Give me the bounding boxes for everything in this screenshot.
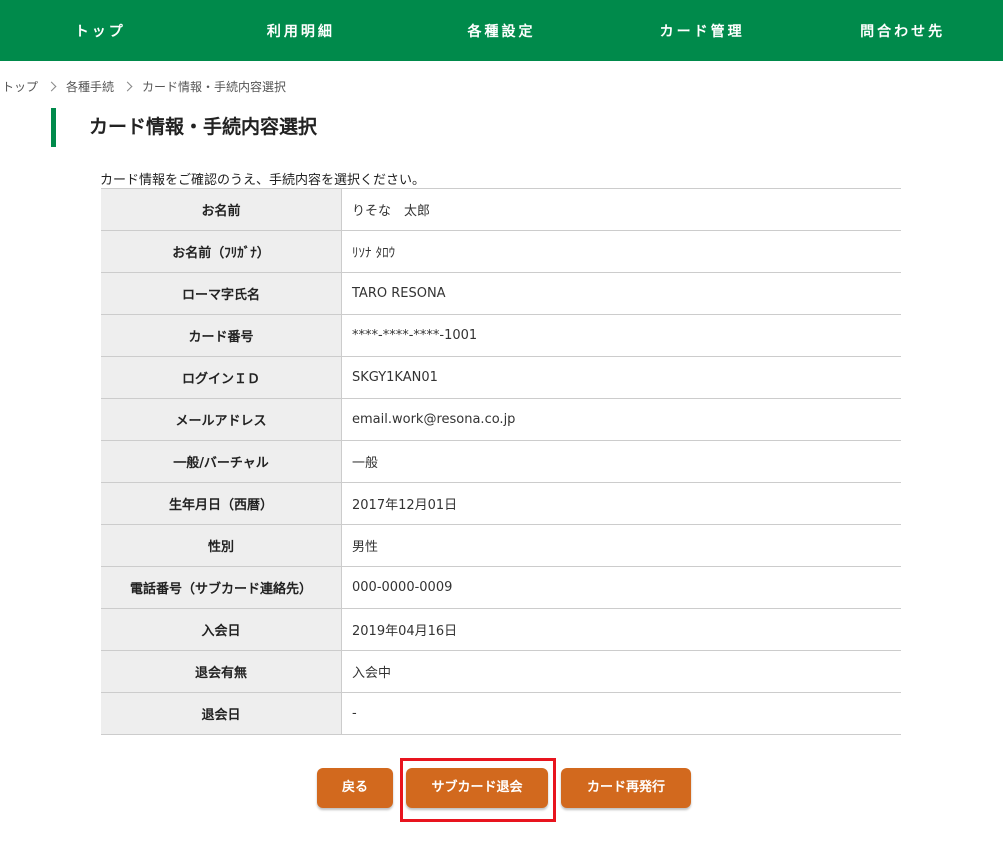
table-row: ログインＩＤ SKGY1KAN01 <box>101 356 901 399</box>
top-nav-bar: トップ 利用明細 各種設定 カード管理 問合わせ先 <box>0 0 1003 61</box>
row-label-card-type: 一般/バーチャル <box>101 440 342 483</box>
intro-text: カード情報をご確認のうえ、手続内容を選択ください。 <box>100 173 426 188</box>
row-value-name-kana: ﾘｿﾅ ﾀﾛｳ <box>341 230 901 273</box>
row-value-birthdate: 2017年12月01日 <box>341 482 901 525</box>
row-value-romaji-name: TARO RESONA <box>341 272 901 315</box>
table-row: 電話番号（サブカード連絡先） 000-0000-0009 <box>101 566 901 609</box>
row-value-card-type: 一般 <box>341 440 901 483</box>
row-value-login-id: SKGY1KAN01 <box>341 356 901 399</box>
sub-card-cancel-button[interactable]: サブカード退会 <box>406 768 548 808</box>
card-reissue-button[interactable]: カード再発行 <box>561 768 691 808</box>
table-row: ローマ字氏名 TARO RESONA <box>101 272 901 315</box>
row-label-login-id: ログインＩＤ <box>101 356 342 399</box>
row-value-email: email.work@resona.co.jp <box>341 398 901 441</box>
row-label-phone: 電話番号（サブカード連絡先） <box>101 566 342 609</box>
table-row: カード番号 ****-****-****-1001 <box>101 314 901 357</box>
row-value-card-number: ****-****-****-1001 <box>341 314 901 357</box>
row-label-withdrawal-date: 退会日 <box>101 692 342 735</box>
breadcrumb: トップ 各種手続 カード情報・手続内容選択 <box>2 78 286 95</box>
card-info-table: お名前 りそな 太郎 お名前（ﾌﾘｶﾞﾅ） ﾘｿﾅ ﾀﾛｳ ローマ字氏名 TAR… <box>101 188 901 735</box>
breadcrumb-item-procedures[interactable]: 各種手続 <box>66 78 114 95</box>
row-label-romaji-name: ローマ字氏名 <box>101 272 342 315</box>
row-label-name: お名前 <box>101 188 342 231</box>
row-label-join-date: 入会日 <box>101 608 342 651</box>
nav-item-contact[interactable]: 問合わせ先 <box>802 21 1003 41</box>
breadcrumb-item-current: カード情報・手続内容選択 <box>142 80 287 94</box>
row-value-name: りそな 太郎 <box>341 188 901 231</box>
page-title: カード情報・手続内容選択 <box>51 108 317 147</box>
row-label-gender: 性別 <box>101 524 342 567</box>
row-value-join-date: 2019年04月16日 <box>341 608 901 651</box>
chevron-right-icon <box>46 81 57 92</box>
chevron-right-icon <box>122 81 133 92</box>
table-row: 性別 男性 <box>101 524 901 567</box>
row-value-phone: 000-0000-0009 <box>341 566 901 609</box>
table-row: 退会日 - <box>101 692 901 735</box>
table-row: お名前（ﾌﾘｶﾞﾅ） ﾘｿﾅ ﾀﾛｳ <box>101 230 901 273</box>
row-label-email: メールアドレス <box>101 398 342 441</box>
row-value-gender: 男性 <box>341 524 901 567</box>
nav-item-usage-details[interactable]: 利用明細 <box>201 21 402 41</box>
row-value-withdrawal-date: - <box>341 692 901 735</box>
table-row: メールアドレス email.work@resona.co.jp <box>101 398 901 441</box>
table-row: 一般/バーチャル 一般 <box>101 440 901 483</box>
row-label-name-kana: お名前（ﾌﾘｶﾞﾅ） <box>101 230 342 273</box>
back-button[interactable]: 戻る <box>317 768 393 808</box>
table-row: 入会日 2019年04月16日 <box>101 608 901 651</box>
row-label-card-number: カード番号 <box>101 314 342 357</box>
nav-item-settings[interactable]: 各種設定 <box>401 21 602 41</box>
table-row: 生年月日（西暦） 2017年12月01日 <box>101 482 901 525</box>
breadcrumb-item-top[interactable]: トップ <box>2 78 38 95</box>
table-row: お名前 りそな 太郎 <box>101 188 901 231</box>
nav-item-top[interactable]: トップ <box>0 21 201 41</box>
nav-item-card-management[interactable]: カード管理 <box>602 21 803 41</box>
row-label-birthdate: 生年月日（西暦） <box>101 482 342 525</box>
table-row: 退会有無 入会中 <box>101 650 901 693</box>
row-label-withdrawal-status: 退会有無 <box>101 650 342 693</box>
row-value-withdrawal-status: 入会中 <box>341 650 901 693</box>
